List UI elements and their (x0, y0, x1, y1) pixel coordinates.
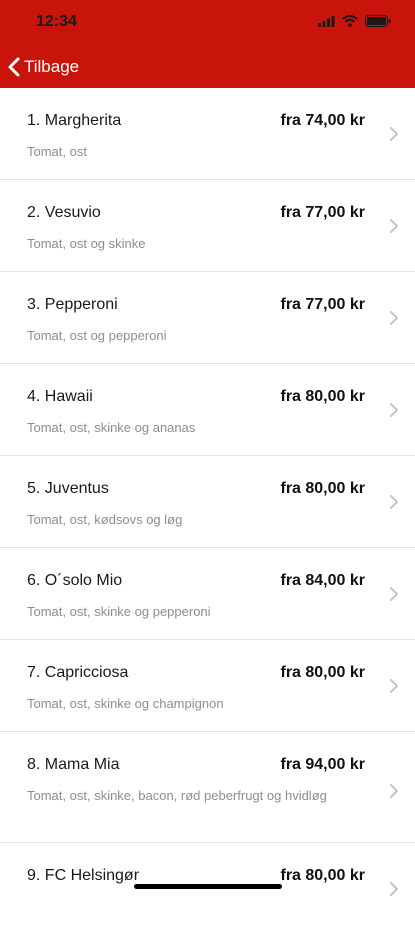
item-name: 3. Pepperoni (27, 296, 118, 313)
chevron-right-icon (390, 678, 398, 693)
menu-item-osolo-mio[interactable]: 6. O´solo Mio fra 84,00 kr Tomat, ost, s… (0, 548, 415, 640)
signal-icon (318, 15, 335, 27)
menu-item-fc-helsingor[interactable]: 9. FC Helsingør fra 80,00 kr (0, 843, 415, 935)
item-name: 8. Mama Mia (27, 756, 120, 773)
item-price: fra 84,00 kr (280, 572, 365, 589)
chevron-right-icon (390, 310, 398, 325)
chevron-left-icon (8, 57, 20, 77)
menu-item-pepperoni[interactable]: 3. Pepperoni fra 77,00 kr Tomat, ost og … (0, 272, 415, 364)
item-price: fra 94,00 kr (280, 756, 365, 773)
item-price: fra 77,00 kr (280, 296, 365, 313)
item-price: fra 80,00 kr (280, 664, 365, 681)
status-icons (318, 14, 391, 28)
item-description: Tomat, ost (27, 144, 87, 159)
item-price: fra 74,00 kr (280, 112, 365, 129)
chevron-right-icon (390, 882, 398, 896)
menu-item-capricciosa[interactable]: 7. Capricciosa fra 80,00 kr Tomat, ost, … (0, 640, 415, 732)
chevron-right-icon (390, 494, 398, 509)
item-description: Tomat, ost, skinke og pepperoni (27, 604, 211, 619)
item-name: 9. FC Helsingør (27, 867, 140, 884)
item-name: 2. Vesuvio (27, 204, 101, 221)
item-name: 7. Capricciosa (27, 664, 129, 681)
status-time: 12:34 (36, 13, 77, 30)
item-name: 4. Hawaii (27, 388, 93, 405)
item-description: Tomat, ost, kødsovs og løg (27, 512, 183, 527)
menu-item-margherita[interactable]: 1. Margherita fra 74,00 kr Tomat, ost (0, 88, 415, 180)
chevron-right-icon (390, 126, 398, 141)
chevron-right-icon (390, 784, 398, 798)
battery-icon (365, 15, 391, 27)
item-name: 5. Juventus (27, 480, 109, 497)
menu-item-mama-mia[interactable]: 8. Mama Mia fra 94,00 kr Tomat, ost, ski… (0, 732, 415, 843)
item-price: fra 80,00 kr (280, 867, 365, 884)
menu-item-vesuvio[interactable]: 2. Vesuvio fra 77,00 kr Tomat, ost og sk… (0, 180, 415, 272)
back-button[interactable]: Tilbage (8, 52, 79, 82)
wifi-icon (342, 15, 358, 27)
back-label: Tilbage (24, 57, 80, 76)
item-price: fra 80,00 kr (280, 480, 365, 497)
item-description: Tomat, ost, skinke og ananas (27, 420, 196, 435)
pizza-menu-list: 1. Margherita fra 74,00 kr Tomat, ost 2.… (0, 88, 415, 935)
menu-item-juventus[interactable]: 5. Juventus fra 80,00 kr Tomat, ost, kød… (0, 456, 415, 548)
chevron-right-icon (390, 218, 398, 233)
menu-item-hawaii[interactable]: 4. Hawaii fra 80,00 kr Tomat, ost, skink… (0, 364, 415, 456)
item-description: Tomat, ost, skinke, bacon, rød peberfrug… (27, 788, 327, 803)
item-name: 6. O´solo Mio (27, 572, 123, 589)
item-price: fra 77,00 kr (280, 204, 365, 221)
item-description: Tomat, ost og pepperoni (27, 328, 167, 343)
chevron-right-icon (390, 402, 398, 417)
item-name: 1. Margherita (27, 112, 122, 129)
home-indicator (134, 884, 282, 889)
item-price: fra 80,00 kr (280, 388, 365, 405)
navigation-header: 12:34 Tilbage (0, 0, 415, 88)
item-description: Tomat, ost, skinke og champignon (27, 696, 224, 711)
chevron-right-icon (390, 586, 398, 601)
item-description: Tomat, ost og skinke (27, 236, 146, 251)
